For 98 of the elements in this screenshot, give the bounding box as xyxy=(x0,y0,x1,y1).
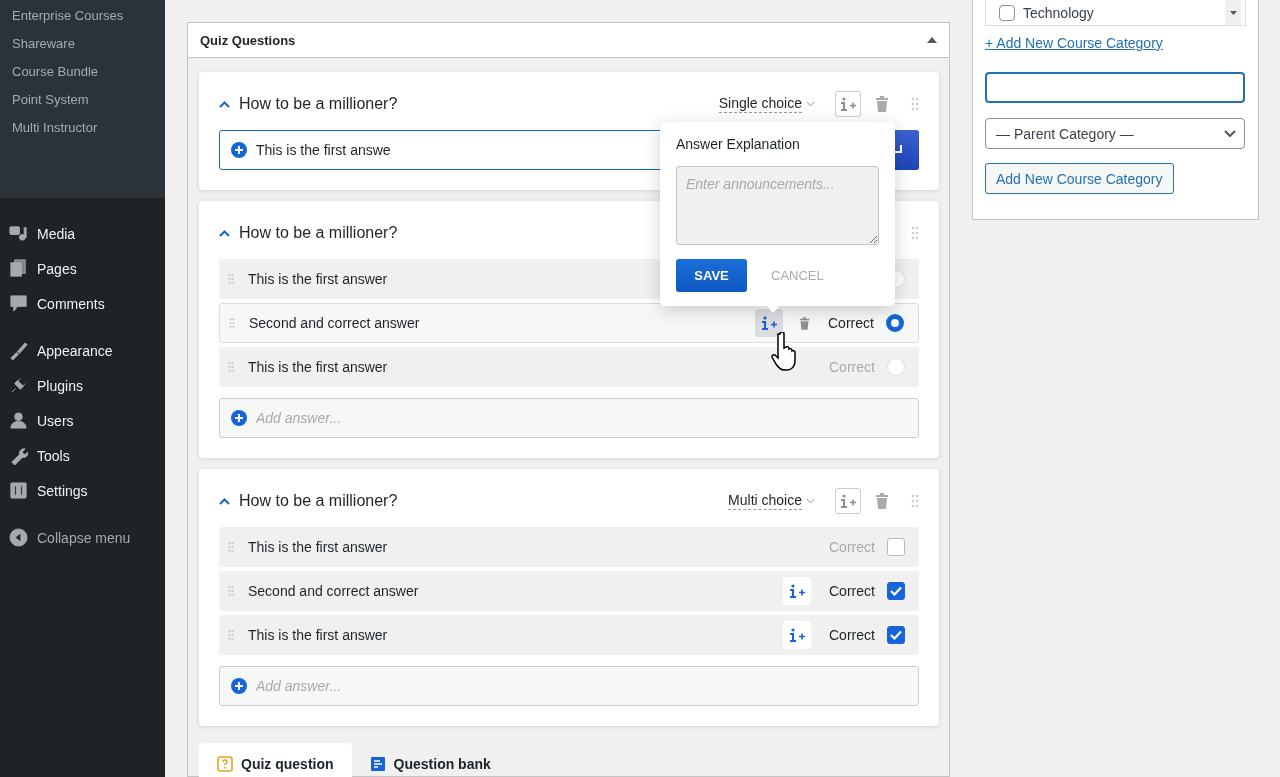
answer-text: This is the first answer xyxy=(248,271,388,287)
chevron-down-icon xyxy=(806,101,815,107)
menu-icon xyxy=(9,224,28,243)
menu-label: Collapse menu xyxy=(37,529,131,546)
drag-handle-icon xyxy=(911,226,919,240)
question-type-dropdown[interactable]: Single choice xyxy=(718,95,802,113)
submenu-item[interactable]: Multi Instructor xyxy=(0,114,165,142)
drag-handle-icon xyxy=(229,317,235,329)
category-checkbox[interactable] xyxy=(999,4,1015,21)
menu-item[interactable]: Users xyxy=(0,403,165,438)
menu-item[interactable]: Media xyxy=(0,216,165,251)
menu-item[interactable]: Pages xyxy=(0,251,165,286)
chevron-down-icon xyxy=(806,498,815,504)
correct-checkbox[interactable] xyxy=(887,582,905,600)
save-button[interactable]: SAVE xyxy=(676,259,747,292)
drag-handle-icon xyxy=(228,585,234,597)
chevron-down-icon xyxy=(1224,130,1236,137)
question-title[interactable]: How to be a millioner? xyxy=(239,95,719,113)
menu-label: Users xyxy=(37,412,74,429)
menu-icon xyxy=(9,446,28,465)
popover-title: Answer Explanation xyxy=(676,136,801,152)
trash-icon xyxy=(875,96,889,112)
chevron-up-icon xyxy=(219,100,230,108)
question-type-dropdown[interactable]: Multi choice xyxy=(728,492,802,510)
tab[interactable]: Question bank xyxy=(351,743,509,777)
correct-label: Correct xyxy=(829,539,876,555)
info-plus-icon xyxy=(839,97,857,111)
list-icon xyxy=(369,756,386,772)
info-plus-icon xyxy=(839,494,857,508)
submenu-item[interactable]: Shareware xyxy=(0,30,165,58)
correct-label: Correct xyxy=(829,627,876,643)
add-category-button[interactable]: Add New Course Category xyxy=(985,163,1174,194)
add-explanation-button[interactable] xyxy=(835,488,861,514)
correct-label: Correct xyxy=(828,315,875,331)
correct-label: Correct xyxy=(829,583,876,599)
chevron-up-icon xyxy=(219,497,230,505)
add-explanation-button[interactable] xyxy=(755,309,783,337)
answer-text: Second and correct answer xyxy=(248,583,419,599)
menu-item[interactable]: Settings xyxy=(0,473,165,508)
drag-handle-icon xyxy=(228,273,234,285)
drag-handle-icon xyxy=(911,494,919,508)
plus-circle-icon xyxy=(231,410,247,426)
drag-handle-icon xyxy=(228,541,234,553)
submenu-item[interactable]: Course Bundle xyxy=(0,58,165,86)
menu-item[interactable]: Tools xyxy=(0,438,165,473)
submenu-item[interactable]: Point System xyxy=(0,86,165,114)
menu-label: Comments xyxy=(37,295,105,312)
add-explanation-button[interactable] xyxy=(783,577,811,605)
info-plus-icon xyxy=(788,584,806,598)
trash-icon xyxy=(799,316,810,330)
chevron-up-icon xyxy=(219,229,230,237)
menu-icon xyxy=(9,481,28,500)
question-mark-icon xyxy=(217,756,233,772)
add-explanation-button[interactable] xyxy=(783,621,811,649)
category-name-input[interactable] xyxy=(985,72,1245,103)
plus-circle-icon xyxy=(231,678,247,694)
plus-circle-icon xyxy=(231,142,247,158)
trash-icon xyxy=(875,493,889,509)
menu-icon xyxy=(9,376,28,395)
drag-handle-icon xyxy=(228,361,234,373)
answer-text: This is the first answer xyxy=(248,627,388,643)
answer-text: Second and correct answer xyxy=(249,315,420,331)
menu-icon xyxy=(9,259,28,278)
menu-item[interactable]: Comments xyxy=(0,286,165,321)
menu-label: Pages xyxy=(37,260,77,277)
drag-handle-icon xyxy=(911,97,919,111)
info-plus-icon xyxy=(788,628,806,642)
add-answer-field[interactable]: Add answer... xyxy=(219,666,919,706)
parent-category-select[interactable]: — Parent Category — xyxy=(985,118,1245,149)
menu-item[interactable]: Plugins xyxy=(0,368,165,403)
caret-up-icon[interactable] xyxy=(927,37,937,43)
submenu-item[interactable]: Enterprise Courses xyxy=(0,2,165,30)
add-answer-field[interactable]: Add answer... xyxy=(219,398,919,438)
correct-label: Correct xyxy=(829,359,876,375)
question-title[interactable]: How to be a millioner? xyxy=(239,492,729,510)
explanation-textarea[interactable]: Enter announcements... xyxy=(676,166,879,245)
correct-checkbox[interactable] xyxy=(887,538,905,556)
menu-icon xyxy=(9,341,28,360)
correct-radio[interactable] xyxy=(886,314,904,332)
add-explanation-button[interactable] xyxy=(835,91,861,117)
info-plus-icon xyxy=(760,316,778,330)
menu-label: Tools xyxy=(37,447,70,464)
menu-label: Appearance xyxy=(37,342,113,359)
menu-item[interactable]: Appearance xyxy=(0,333,165,368)
answer-text: This is the first answer xyxy=(248,539,388,555)
menu-icon xyxy=(9,294,28,313)
menu-label: Media xyxy=(37,225,76,242)
tab[interactable]: Quiz question xyxy=(199,743,352,777)
drag-handle-icon xyxy=(228,629,234,641)
menu-label: Plugins xyxy=(37,377,83,394)
answer-text: This is the first answer xyxy=(248,359,388,375)
collapse-menu-button[interactable]: Collapse menu xyxy=(0,520,165,555)
panel-title: Quiz Questions xyxy=(200,32,296,48)
menu-icon xyxy=(9,411,28,430)
correct-checkbox[interactable] xyxy=(887,626,905,644)
menu-label: Settings xyxy=(37,482,88,499)
add-category-link[interactable]: + Add New Course Category xyxy=(985,35,1163,51)
category-label: Technology xyxy=(1023,4,1095,21)
